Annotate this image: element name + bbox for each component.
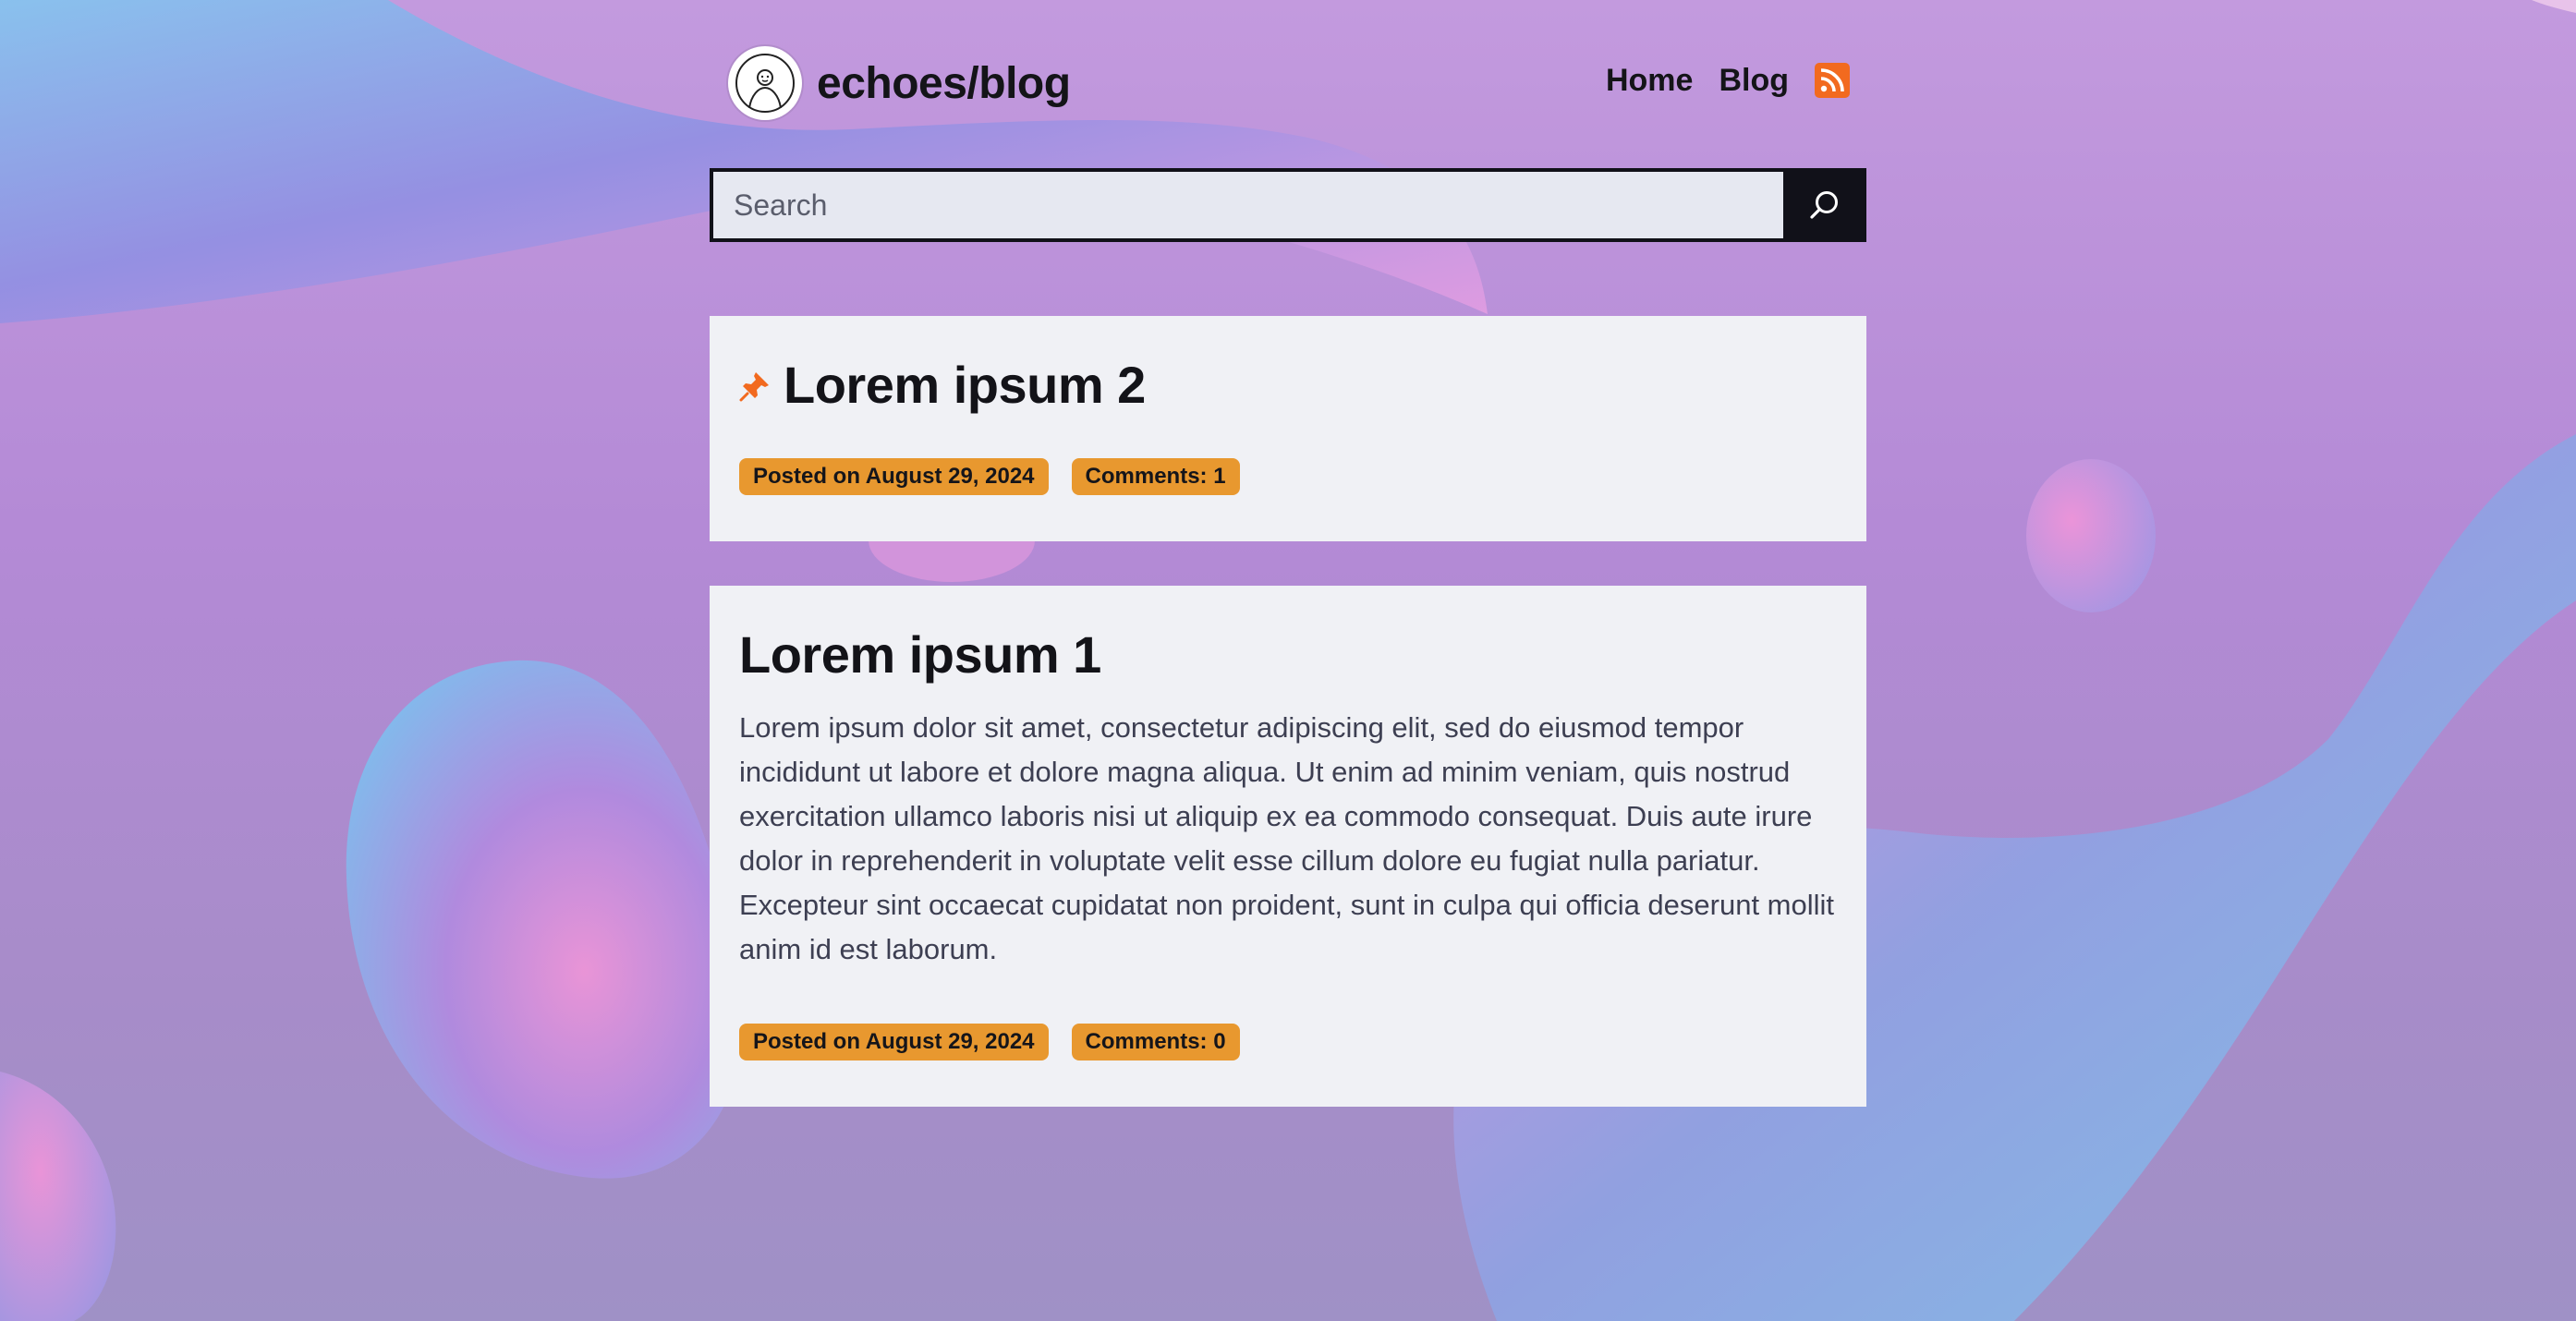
post-title-link[interactable]: Lorem ipsum 2 [784, 355, 1146, 415]
search-icon [1810, 191, 1838, 219]
comments-count-badge[interactable]: Comments: 1 [1071, 458, 1240, 495]
post-title-link[interactable]: Lorem ipsum 1 [739, 624, 1101, 685]
post-title-row: Lorem ipsum 1 [739, 624, 1101, 685]
post-card-pinned: Lorem ipsum 2 Posted on August 29, 2024 … [710, 316, 1866, 541]
search-button[interactable] [1783, 168, 1866, 242]
post-title-row: Lorem ipsum 2 [739, 355, 1146, 415]
pin-icon [739, 370, 771, 406]
brand[interactable]: echoes/blog [728, 46, 1071, 120]
post-date-badge: Posted on August 29, 2024 [739, 1024, 1049, 1060]
post-meta: Posted on August 29, 2024 Comments: 1 [739, 458, 1263, 495]
page-container: echoes/blog Home Blog Search Lorem ipsum… [710, 0, 1866, 1107]
nav-home-link[interactable]: Home [1606, 63, 1693, 99]
site-header: echoes/blog Home Blog [710, 0, 1866, 242]
post-date-badge: Posted on August 29, 2024 [739, 458, 1049, 495]
avatar-icon[interactable] [728, 46, 802, 120]
search-input[interactable] [710, 168, 1783, 242]
search-bar [710, 168, 1866, 242]
site-title[interactable]: echoes/blog [817, 58, 1071, 109]
nav-blog-link[interactable]: Blog [1719, 63, 1789, 99]
main-nav: Home Blog [1606, 62, 1850, 99]
post-card: Lorem ipsum 1 Lorem ipsum dolor sit amet… [710, 586, 1866, 1107]
rss-icon[interactable] [1815, 62, 1850, 98]
post-excerpt: Lorem ipsum dolor sit amet, consectetur … [739, 711, 1835, 965]
comments-count-badge[interactable]: Comments: 0 [1071, 1024, 1240, 1060]
post-meta: Posted on August 29, 2024 Comments: 0 [739, 1024, 1263, 1060]
